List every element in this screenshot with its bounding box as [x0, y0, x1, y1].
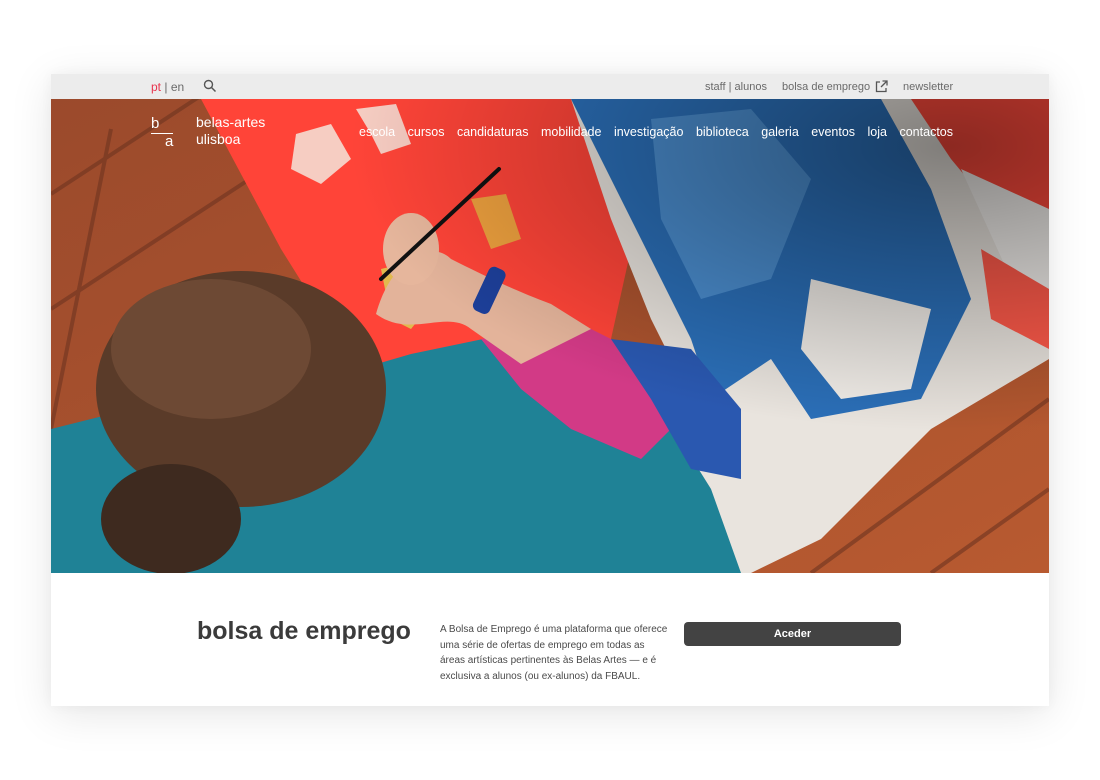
- logo-mark-b: b: [151, 115, 160, 132]
- page-title: bolsa de emprego: [197, 617, 411, 645]
- nav-item-escola[interactable]: escola: [359, 125, 395, 139]
- logo-mark-a: a: [165, 133, 174, 150]
- content-section: bolsa de emprego A Bolsa de Emprego é um…: [51, 573, 1049, 706]
- nav-item-cursos[interactable]: cursos: [408, 125, 445, 139]
- logo-wordmark: belas-artes ulisboa: [196, 114, 265, 148]
- logo-line-2: ulisboa: [196, 131, 241, 147]
- aceder-button[interactable]: Aceder: [684, 622, 901, 646]
- nav-item-contactos[interactable]: contactos: [899, 125, 953, 139]
- nav-item-galeria[interactable]: galeria: [761, 125, 799, 139]
- newsletter-link[interactable]: newsletter: [903, 81, 953, 93]
- search-icon[interactable]: [203, 79, 217, 93]
- utility-bar: pt | en staff | alunos bolsa de emprego …: [51, 74, 1049, 99]
- staff-alunos-link[interactable]: staff | alunos: [705, 81, 767, 93]
- external-link-icon[interactable]: [874, 79, 889, 94]
- nav-item-eventos[interactable]: eventos: [811, 125, 855, 139]
- description-text: A Bolsa de Emprego é uma plataforma que …: [440, 624, 668, 682]
- nav-item-investigacao[interactable]: investigação: [614, 125, 684, 139]
- bolsa-emprego-link[interactable]: bolsa de emprego: [782, 81, 870, 93]
- lang-en-link[interactable]: en: [171, 80, 184, 94]
- nav-item-loja[interactable]: loja: [868, 125, 887, 139]
- nav-item-candidaturas[interactable]: candidaturas: [457, 125, 529, 139]
- browser-viewport: pt | en staff | alunos bolsa de emprego …: [51, 74, 1049, 706]
- lang-pt-link[interactable]: pt: [151, 80, 161, 94]
- main-nav: escola cursos candidaturas mobilidade in…: [359, 125, 962, 139]
- nav-item-biblioteca[interactable]: biblioteca: [696, 125, 749, 139]
- lang-separator: |: [161, 80, 171, 94]
- language-switcher: pt | en: [151, 80, 184, 94]
- hero-banner: b a belas-artes ulisboa escola cursos ca…: [51, 99, 1049, 573]
- logo-line-1: belas-artes: [196, 114, 266, 130]
- hero-image: [51, 99, 1049, 573]
- nav-item-mobilidade[interactable]: mobilidade: [541, 125, 601, 139]
